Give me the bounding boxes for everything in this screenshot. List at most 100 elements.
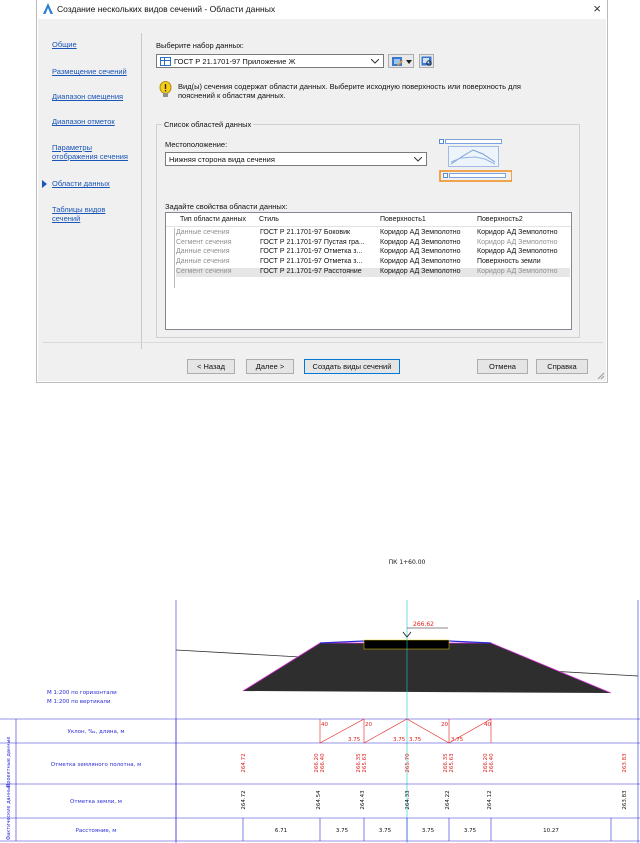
edit-dataset-button[interactable] <box>388 54 414 68</box>
group-design-data: Проектные данные <box>6 737 12 788</box>
grid-header: Тип области данных Стиль Поверхность1 По… <box>166 213 571 227</box>
data-areas-group-title: Список областей данных <box>162 120 254 129</box>
cell-type[interactable]: Данные сечения <box>176 229 230 236</box>
cell-surface2[interactable]: Коридор АД Земполотно <box>477 229 558 236</box>
cell-style[interactable]: ГОСТ Р 21.1701-97 Пустая гра... <box>260 239 365 246</box>
cancel-button[interactable]: Отмена <box>477 359 528 374</box>
grid-row[interactable]: Данные сечения ГОСТ Р 21.1701-97 Боковик К… <box>176 229 570 239</box>
help-button[interactable]: Справка <box>536 359 588 374</box>
ground-elevation-value: 264.43 <box>360 790 366 810</box>
preview-dataset-button[interactable] <box>419 54 434 68</box>
crown-elevation-label: 266.62 <box>413 621 434 628</box>
slope-value: 20 <box>365 722 372 728</box>
grid-row[interactable]: Сегмент сечения ГОСТ Р 21.1701-97 Расстоя… <box>176 267 570 278</box>
nav-item-view-tables[interactable]: Таблицы видов сечений <box>52 205 122 223</box>
ground-elevation-value: 264.33 <box>405 790 411 810</box>
band-location-preview-icon <box>439 139 512 182</box>
cell-surface2[interactable]: Коридор АД Земполотно <box>477 239 558 246</box>
col-header-surface2[interactable]: Поверхность2 <box>477 216 523 223</box>
design-elevation-value: 265.63 <box>362 753 368 773</box>
distance-value: 3.75 <box>379 828 392 834</box>
distance-value: 6.71 <box>275 828 287 834</box>
dialog-body: Общие Размещение сечений Диапазон смещен… <box>38 19 606 381</box>
dataset-set-icon <box>160 57 171 66</box>
location-combo[interactable]: Нижняя сторона вида сечения <box>165 152 427 166</box>
next-button[interactable]: Далее > <box>246 359 294 374</box>
cell-type[interactable]: Данные сечения <box>176 258 230 265</box>
distance-value: 3.75 <box>464 828 477 834</box>
cell-style[interactable]: ГОСТ Р 21.1701-97 Отметка з... <box>260 258 362 265</box>
slope-length: 3.75 <box>451 737 464 743</box>
close-button[interactable]: × <box>593 1 601 16</box>
location-label: Местоположение: <box>165 140 228 149</box>
ground-elevation-value: 264.22 <box>445 790 451 809</box>
nav-item-elevation-range[interactable]: Диапазон отметок <box>52 117 115 126</box>
design-elevation-value: 265.70 <box>405 753 411 773</box>
dialog-title: Создание нескольких видов сечений - Обла… <box>57 4 276 14</box>
design-elevation-value: 266.40 <box>320 753 326 773</box>
col-header-style[interactable]: Стиль <box>259 216 279 223</box>
cell-surface1[interactable]: Коридор АД Земполотно <box>380 229 461 236</box>
grid-row-indicator <box>174 228 175 288</box>
cell-type[interactable]: Сегмент сечения <box>176 268 232 275</box>
nav-item-general[interactable]: Общие <box>52 40 77 49</box>
band-properties-label: Задайте свойства области данных: <box>165 202 288 211</box>
col-header-type[interactable]: Тип области данных <box>180 216 246 223</box>
chevron-down-icon <box>414 157 422 162</box>
civil3d-app-icon <box>43 3 53 14</box>
dataset-value: ГОСТ Р 21.1701-97 Приложение Ж <box>174 57 296 66</box>
cell-style[interactable]: ГОСТ Р 21.1701-97 Отметка з... <box>260 248 362 255</box>
cell-surface1[interactable]: Коридор АД Земполотно <box>380 268 461 275</box>
cell-surface1[interactable]: Коридор АД Земполотно <box>380 248 461 255</box>
cross-section-drawing: ПК 1+60.00 266.62 М 1:200 по горизонтали… <box>0 559 640 843</box>
cell-type[interactable]: Сегмент сечения <box>176 239 232 246</box>
design-elevation-value: 264.72 <box>241 753 247 772</box>
preview-icon <box>421 56 432 66</box>
nav-separator <box>141 33 142 349</box>
col-header-surface1[interactable]: Поверхность1 <box>380 216 426 223</box>
cell-style[interactable]: ГОСТ Р 21.1701-97 Расстояние <box>260 268 362 275</box>
distance-value: 3.75 <box>422 828 435 834</box>
cell-surface2[interactable]: Поверхность земли <box>477 258 541 265</box>
create-views-button[interactable]: Создать виды сечений <box>304 359 400 374</box>
grid-row[interactable]: Данные сечения ГОСТ Р 21.1701-97 Отметка … <box>176 248 570 258</box>
back-button[interactable]: < Назад <box>187 359 235 374</box>
cell-surface1[interactable]: Коридор АД Земполотно <box>380 258 461 265</box>
distance-value: 3.75 <box>336 828 349 834</box>
nav-item-data-bands[interactable]: Области данных <box>52 179 110 188</box>
slope-length: 3.75 <box>409 737 422 743</box>
pavement-structure <box>363 639 450 650</box>
data-bands-grid[interactable]: Тип области данных Стиль Поверхность1 По… <box>165 212 572 330</box>
row-header-ground-elev: Отметка земли, м <box>70 799 122 805</box>
ground-elevations: 264.72 264.54 264.43 264.33 264.22 264.12 263.… <box>241 790 628 810</box>
ground-elevation-value: 264.12 <box>487 790 493 809</box>
active-step-arrow-icon <box>42 180 47 188</box>
info-bulb-icon <box>159 81 172 97</box>
ground-elevation-value: 264.54 <box>316 790 322 810</box>
slope-labels: 40 20 20 40 3.75 3.75 3.75 3.75 <box>321 722 491 743</box>
row-header-distance: Расстояние, м <box>76 828 117 834</box>
location-value: Нижняя сторона вида сечения <box>169 155 275 164</box>
cell-surface2[interactable]: Коридор АД Земполотно <box>477 248 558 255</box>
design-elevation-value: 265.63 <box>449 753 455 773</box>
nav-item-offset-range[interactable]: Диапазон смещения <box>52 92 123 101</box>
dataset-combo[interactable]: ГОСТ Р 21.1701-97 Приложение Ж <box>156 54 384 68</box>
scale-vertical: М 1:200 по вертикали <box>47 699 111 705</box>
distance-value: 10.27 <box>543 828 559 834</box>
nav-item-placement[interactable]: Размещение сечений <box>52 67 127 76</box>
cell-type[interactable]: Данные сечения <box>176 248 230 255</box>
cell-style[interactable]: ГОСТ Р 21.1701-97 Боковик <box>260 229 350 236</box>
cell-surface1[interactable]: Коридор АД Земполотно <box>380 239 461 246</box>
nav-item-display-options[interactable]: Параметры отображения сечения <box>52 143 132 161</box>
group-actual-data: Фактические данные <box>6 784 12 840</box>
cell-surface2[interactable]: Коридор АД Земполотно <box>477 268 558 275</box>
grid-row[interactable]: Сегмент сечения ГОСТ Р 21.1701-97 Пустая … <box>176 239 570 249</box>
grid-row[interactable]: Данные сечения ГОСТ Р 21.1701-97 Отметка … <box>176 258 570 268</box>
dialog-window: Создание нескольких видов сечений - Обла… <box>36 0 608 383</box>
resize-grip-icon[interactable] <box>597 372 605 380</box>
slope-length: 3.75 <box>393 737 406 743</box>
title-bar: Создание нескольких видов сечений - Обла… <box>37 0 609 18</box>
distances: 6.71 3.75 3.75 3.75 3.75 10.27 <box>275 828 559 834</box>
design-elevation-value: 263.83 <box>622 753 628 773</box>
info-message: Вид(ы) сечения содержат области данных. … <box>178 82 521 100</box>
